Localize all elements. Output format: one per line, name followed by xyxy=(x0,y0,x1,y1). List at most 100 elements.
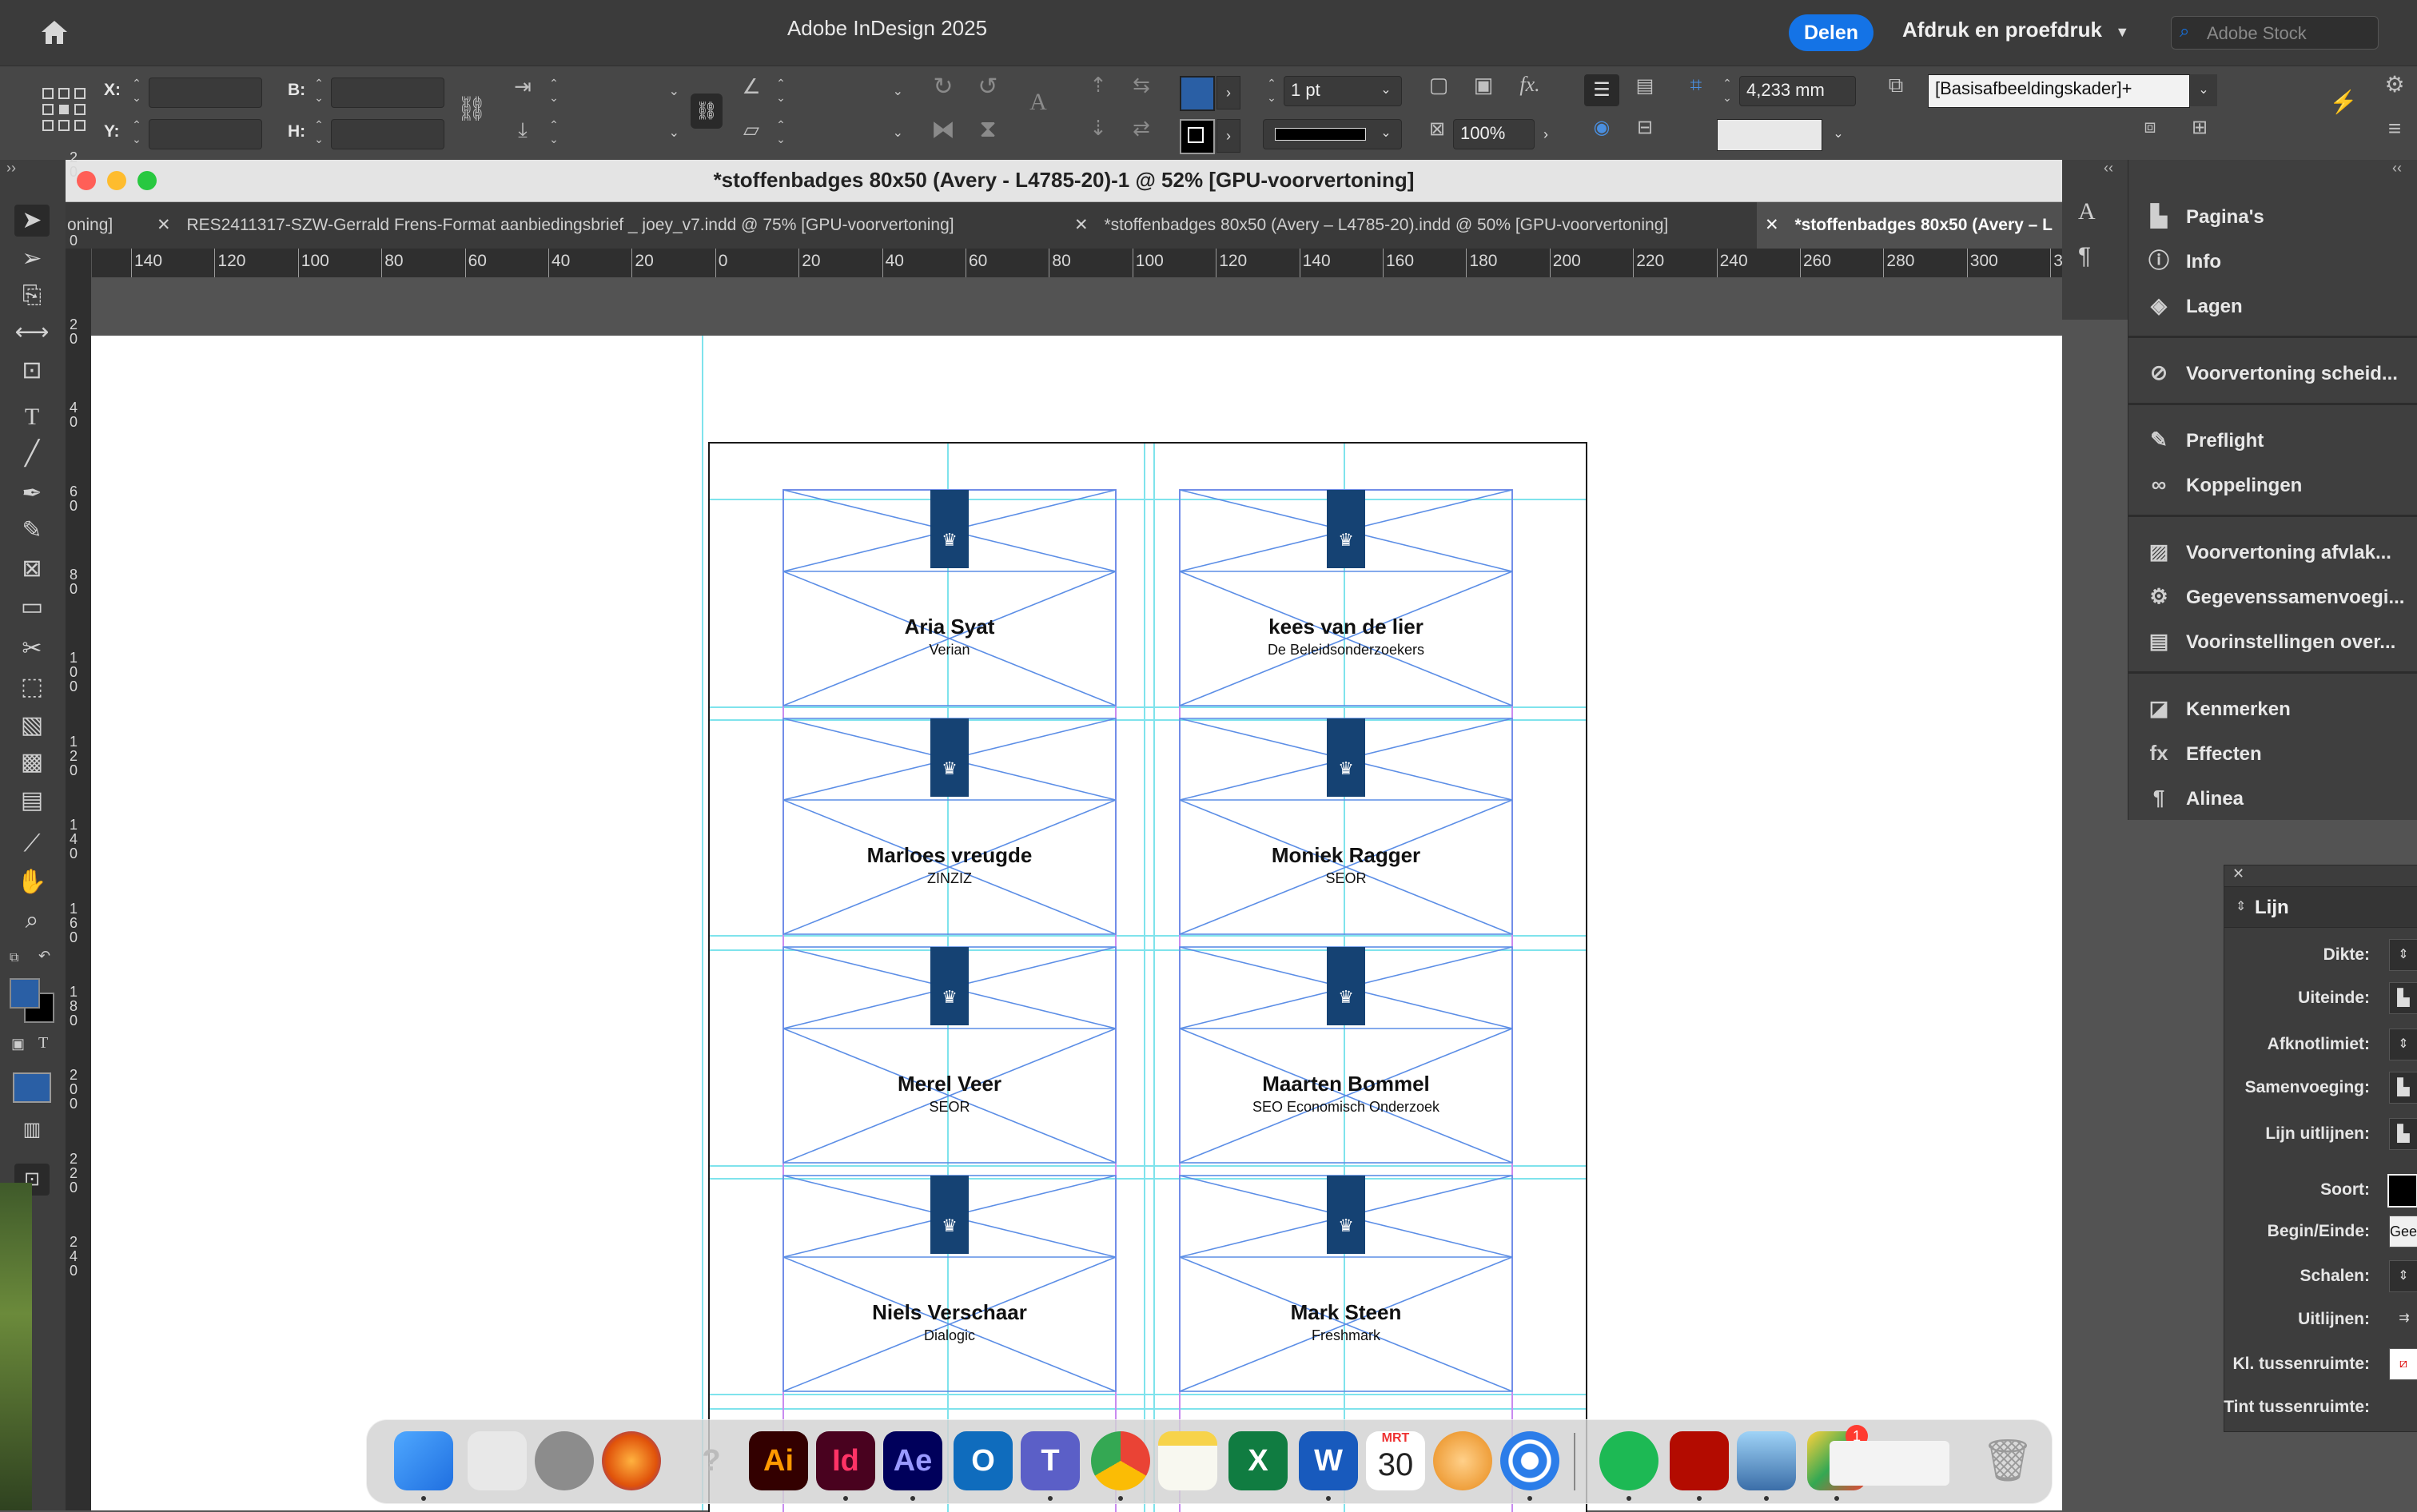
rotate-cw-icon[interactable]: ↻ xyxy=(927,73,959,101)
zoom-tool-icon[interactable]: ⌕ xyxy=(14,905,50,937)
height-stepper[interactable]: ⌃ ⌄ xyxy=(310,117,328,149)
stroke-panel-title[interactable]: Lijn xyxy=(2255,897,2289,919)
corner-shape-field[interactable] xyxy=(1717,119,1822,151)
height-field[interactable] xyxy=(331,119,444,149)
dock-app-teams[interactable]: T xyxy=(1021,1431,1080,1490)
badge-name[interactable]: Marloes vreugde xyxy=(783,843,1116,868)
opacity-menu[interactable]: › xyxy=(1535,119,1557,149)
dock-app-launchpad[interactable] xyxy=(468,1431,527,1490)
note-tool-icon[interactable]: ▤ xyxy=(14,785,50,817)
corner-shape-dropdown[interactable]: ⌄ xyxy=(1824,119,1853,149)
badge-organisation[interactable]: SEOR xyxy=(1180,870,1512,887)
panel-item[interactable]: ⊘ Voorvertoning scheid... xyxy=(2144,356,2398,388)
reference-point-icon[interactable] xyxy=(42,87,86,132)
select-next-icon[interactable]: ⇄ xyxy=(1125,116,1157,141)
select-content-icon[interactable]: ⇣ xyxy=(1084,116,1113,141)
new-style-icon[interactable]: ⊞ xyxy=(2182,116,2217,139)
width-stepper[interactable]: ⌃ ⌄ xyxy=(310,76,328,108)
document-tab-active[interactable]: ✕ *stoffenbadges 80x50 (Avery – L xyxy=(1757,202,2062,249)
panel-item[interactable]: fx Effecten xyxy=(2144,737,2261,769)
rijksoverheid-logo[interactable]: ♛ xyxy=(1327,947,1365,1025)
stroke-type-dropdown[interactable]: ⌄ xyxy=(1372,119,1400,148)
character-styles-icon[interactable]: A xyxy=(2078,198,2096,225)
text-wrap-bbox-icon[interactable]: ▤ xyxy=(1627,74,1662,97)
rijksoverheid-logo[interactable]: ♛ xyxy=(930,1176,969,1254)
flip-horizontal-icon[interactable]: ⧓ xyxy=(927,116,959,144)
stroke-row-control[interactable]: ▙ xyxy=(2389,982,2417,1014)
name-badge[interactable]: ♛ Merel Veer SEOR xyxy=(783,947,1116,1161)
flip-vertical-icon[interactable]: ⧗ xyxy=(972,116,1004,143)
panel-item[interactable]: ▨ Voorvertoning afvlak... xyxy=(2144,535,2391,567)
formatting-text-icon[interactable]: T xyxy=(38,1034,48,1052)
badge-name[interactable]: Niels Verschaar xyxy=(783,1300,1116,1325)
close-tab-icon[interactable]: ✕ xyxy=(1765,216,1779,234)
panel-item[interactable]: ∞ Koppelingen xyxy=(2144,468,2303,500)
fill-swatch[interactable] xyxy=(1180,76,1215,111)
dock-app-finder[interactable] xyxy=(394,1431,453,1490)
dock-app-system-settings[interactable] xyxy=(535,1431,594,1490)
stroke-row-control[interactable]: ▙ xyxy=(2389,1118,2417,1150)
panel-item[interactable]: ⚙ Gegevenssamenvoegi... xyxy=(2144,580,2404,612)
line-tool-icon[interactable]: ╱ xyxy=(14,438,50,470)
badge-organisation[interactable]: SEOR xyxy=(783,1099,1116,1116)
fx-icon[interactable]: fx. xyxy=(1512,73,1547,97)
vertical-guide[interactable] xyxy=(702,336,703,1510)
badge-organisation[interactable]: Verian xyxy=(783,642,1116,659)
badge-name[interactable]: Aria Syat xyxy=(783,615,1116,639)
width-field[interactable] xyxy=(331,78,444,108)
name-badge[interactable]: ♛ Niels Verschaar Dialogic xyxy=(783,1176,1116,1390)
name-badge[interactable]: ♛ Maarten Bommel SEO Economisch Onderzoek xyxy=(1180,947,1512,1161)
collapse-toolbox-icon[interactable]: ›› xyxy=(6,160,16,177)
rijksoverheid-logo[interactable]: ♛ xyxy=(930,947,969,1025)
dock-app-vpn[interactable] xyxy=(1433,1431,1492,1490)
free-transform-tool-icon[interactable]: ⬚ xyxy=(14,671,50,703)
constrain-proportions-icon[interactable]: ⛓ xyxy=(456,95,488,123)
badge-name[interactable]: Maarten Bommel xyxy=(1180,1072,1512,1096)
paragraph-styles-icon[interactable]: ¶ xyxy=(2078,243,2091,270)
scale-y-dropdown[interactable]: ⌄ xyxy=(564,119,679,148)
stroke-swatch-menu[interactable]: › xyxy=(1216,119,1240,153)
screen-mode-icon[interactable]: ▥ xyxy=(14,1114,50,1146)
swap-colors-icon[interactable]: ↶ xyxy=(38,948,50,965)
corner-options-icon[interactable]: ⌗ xyxy=(1680,73,1712,98)
y-stepper[interactable]: ⌃ ⌄ xyxy=(128,117,145,149)
eyedropper-tool-icon[interactable]: ⟋ xyxy=(14,828,50,860)
ruler-corner[interactable] xyxy=(66,249,92,277)
hamburger-menu-icon[interactable]: ≡ xyxy=(2379,116,2411,141)
gear-icon[interactable]: ⚙ xyxy=(2379,71,2411,97)
dock-app-outlook[interactable]: O xyxy=(954,1431,1013,1490)
rotate-ccw-icon[interactable]: ↺ xyxy=(972,73,1004,101)
auto-fit-icon[interactable]: ◉ xyxy=(1584,116,1619,139)
stroke-row-control[interactable]: ⇉ xyxy=(2391,1303,2417,1334)
stroke-weight-stepper[interactable]: ⌃ ⌄ xyxy=(1263,76,1280,108)
object-style-dropdown[interactable]: ⌄ xyxy=(2190,74,2217,106)
rijksoverheid-logo[interactable]: ♛ xyxy=(1327,718,1365,797)
share-button[interactable]: Delen xyxy=(1789,14,1873,51)
selection-tool-icon[interactable]: ➤ xyxy=(14,205,50,237)
rijksoverheid-logo[interactable]: ♛ xyxy=(930,490,969,568)
badge-name[interactable]: kees van de lier xyxy=(1180,615,1512,639)
name-badge[interactable]: ♛ Moniek Ragger SEOR xyxy=(1180,718,1512,933)
name-badge[interactable]: ♛ kees van de lier De Beleidsonderzoekers xyxy=(1180,490,1512,704)
badge-name[interactable]: Merel Veer xyxy=(783,1072,1116,1096)
rijksoverheid-logo[interactable]: ♛ xyxy=(1327,490,1365,568)
close-tab-icon[interactable]: ✕ xyxy=(157,216,171,234)
document-tab[interactable]: ✕ *stoffenbadges 80x50 (Avery – L4785-20… xyxy=(1066,202,1805,249)
scissors-tool-icon[interactable]: ✂ xyxy=(14,633,50,665)
clear-overrides-icon[interactable]: ⧈ xyxy=(2132,116,2168,138)
quick-apply-icon[interactable]: ⚡ xyxy=(2327,89,2359,115)
collapse-panel-icon[interactable]: ‹‹ xyxy=(2104,160,2113,177)
scale-y-stepper[interactable]: ⌃ ⌄ xyxy=(545,117,563,149)
panel-item[interactable]: ⓘ Info xyxy=(2144,245,2221,277)
link-scale-icon[interactable]: ⛓ xyxy=(691,94,723,129)
dock-app-acrobat[interactable] xyxy=(1670,1431,1729,1490)
dock-app-chrome[interactable] xyxy=(1091,1431,1150,1490)
shadow-frame-icon[interactable]: ▣ xyxy=(1467,73,1499,97)
dock-app-indesign[interactable]: Id xyxy=(816,1431,875,1490)
stroke-row-control[interactable]: Gee xyxy=(2389,1216,2417,1247)
stroke-row-control[interactable]: ⇕ xyxy=(2389,1029,2417,1060)
scale-x-stepper[interactable]: ⌃ ⌄ xyxy=(545,76,563,108)
drop-shadow-icon[interactable]: ▢ xyxy=(1423,73,1455,97)
text-wrap-none-icon[interactable]: ☰ xyxy=(1584,74,1619,106)
rotate-stepper[interactable]: ⌃ ⌄ xyxy=(772,76,790,108)
